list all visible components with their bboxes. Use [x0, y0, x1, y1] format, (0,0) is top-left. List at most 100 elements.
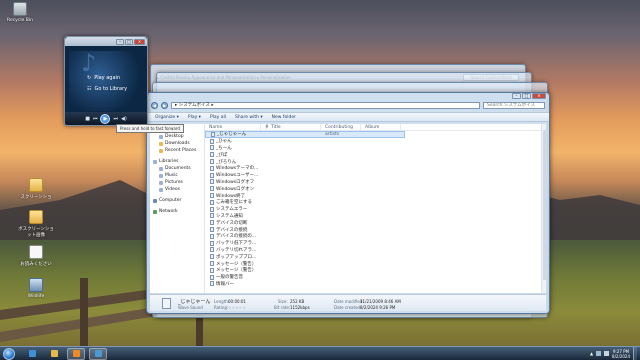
- file-name: _ぴぽ: [216, 152, 228, 158]
- file-row[interactable]: デバイスの接続: [205, 226, 546, 233]
- start-button[interactable]: [3, 347, 15, 360]
- nav-videos[interactable]: Videos: [153, 186, 201, 193]
- audio-file-icon: [210, 213, 214, 219]
- play-button[interactable]: ▶: [100, 113, 111, 124]
- volume-icon[interactable]: [604, 351, 610, 356]
- column-title[interactable]: Title: [267, 124, 321, 130]
- taskbar-explorer[interactable]: [45, 348, 63, 360]
- file-row[interactable]: Windowsユーザー...: [205, 172, 546, 179]
- nav-libraries[interactable]: Libraries: [153, 158, 201, 165]
- volume-icon[interactable]: ◀): [121, 116, 127, 122]
- column-name[interactable]: Name: [205, 124, 261, 130]
- file-row[interactable]: 一般の警告音: [205, 274, 546, 281]
- file-row[interactable]: メッセージ（警告）: [205, 267, 546, 274]
- back-arrow-icon[interactable]: ◀: [151, 102, 158, 109]
- previous-icon[interactable]: ⏮: [93, 116, 98, 122]
- close-button[interactable]: ✕: [532, 93, 546, 99]
- audio-file-icon: [210, 254, 214, 260]
- file-name: _ぴろりん: [216, 159, 237, 165]
- play-again-link[interactable]: ↻ Play again: [87, 75, 120, 81]
- file-row[interactable]: Windowsテーマの...: [205, 165, 546, 172]
- explorer-window[interactable]: – □ ✕ ◀ ▶ ▸ システムボイス ▸ Search システムボイス Org…: [146, 92, 550, 314]
- media-player-window[interactable]: – □ ✕ ♪ ↻ Play again ☷ Go to Library ■ ⏮ ▶…: [64, 36, 148, 126]
- desktop-icon-readme[interactable]: お読みください: [18, 245, 54, 267]
- scrollbar-thumb[interactable]: [542, 130, 546, 280]
- file-row[interactable]: 情報バー: [205, 281, 546, 288]
- column-contributing-artists[interactable]: Contributing artists: [321, 124, 361, 137]
- minimize-button[interactable]: –: [116, 38, 124, 45]
- file-row[interactable]: システムエラー: [205, 206, 546, 213]
- nav-documents[interactable]: Documents: [153, 165, 201, 172]
- taskbar-ie[interactable]: [23, 348, 41, 360]
- file-name: 情報バー: [216, 281, 234, 287]
- file-row[interactable]: メッセージ（警告）: [205, 260, 546, 267]
- media-player-icon: [72, 350, 80, 357]
- desktop-icon-recycle-bin[interactable]: Recycle Bin: [2, 2, 38, 23]
- desktop-icon-folder-2[interactable]: ボスクリーンショット画像: [18, 210, 54, 238]
- file-row[interactable]: _ちーん: [205, 145, 546, 152]
- nav-computer[interactable]: Computer: [153, 197, 201, 204]
- nav-music[interactable]: Music: [153, 172, 201, 179]
- next-icon[interactable]: ⏭: [113, 116, 118, 122]
- audio-file-icon: [162, 298, 171, 309]
- vertical-scrollbar[interactable]: [541, 124, 546, 293]
- file-name: ポップアップブロ...: [216, 254, 257, 260]
- file-row[interactable]: Windows終了: [205, 192, 546, 199]
- maximize-button[interactable]: □: [522, 93, 531, 99]
- details-bitrate: 1152kbps: [290, 305, 310, 310]
- file-row[interactable]: デバイスの接続の...: [205, 233, 546, 240]
- details-length-label: Length:: [214, 299, 230, 304]
- audio-file-icon: [210, 261, 214, 267]
- organize-button[interactable]: Organize ▾: [155, 115, 179, 120]
- column-album[interactable]: Album: [361, 124, 401, 130]
- taskbar-control-panel[interactable]: [89, 347, 107, 360]
- file-row[interactable]: ポップアップブロ...: [205, 253, 546, 260]
- audio-file-icon: [210, 267, 214, 273]
- nav-recent-places[interactable]: Recent Places: [153, 147, 201, 154]
- details-bitrate-label: Bit rate:: [274, 305, 291, 310]
- close-button[interactable]: ✕: [134, 38, 145, 45]
- folder-icon: [29, 210, 43, 224]
- videos-icon: [159, 187, 163, 192]
- share-with-button[interactable]: Share with ▾: [235, 115, 263, 120]
- taskbar-media-player[interactable]: [67, 347, 85, 360]
- desktop-icon-folder-1[interactable]: スクリーンショ: [18, 178, 54, 200]
- file-row[interactable]: Windowsログオン: [205, 185, 546, 192]
- file-row[interactable]: デバイスの切断: [205, 219, 546, 226]
- search-input[interactable]: Search システムボイス: [483, 102, 545, 109]
- nav-desktop[interactable]: Desktop: [153, 133, 201, 140]
- nav-pictures[interactable]: Pictures: [153, 179, 201, 186]
- audio-file-icon: [210, 165, 214, 171]
- file-row[interactable]: システム通知: [205, 213, 546, 220]
- desktop-icon-wildlife[interactable]: Wildlife: [18, 278, 54, 299]
- show-hidden-icons[interactable]: ▲: [590, 351, 593, 356]
- play-all-button[interactable]: Play all: [210, 115, 226, 120]
- file-row[interactable]: ごみ箱を空にする: [205, 199, 546, 206]
- file-row[interactable]: バッテリ切れアラ...: [205, 247, 546, 254]
- file-name: _ちーん: [216, 145, 232, 151]
- command-bar: Organize ▾ Play ▾ Play all Share with ▾ …: [147, 112, 549, 122]
- file-row[interactable]: _ぴぽ: [205, 151, 546, 158]
- minimize-button[interactable]: –: [512, 93, 521, 99]
- file-row[interactable]: _ぴろりん: [205, 158, 546, 165]
- nav-network[interactable]: Network: [153, 208, 201, 215]
- file-row[interactable]: _じゃじゃーん: [205, 131, 405, 138]
- audio-file-icon: [210, 206, 214, 212]
- new-folder-button[interactable]: New folder: [272, 115, 296, 120]
- details-rating-stars[interactable]: ☆☆☆☆☆: [228, 305, 246, 310]
- file-name: デバイスの接続の...: [216, 234, 257, 240]
- file-row[interactable]: _ひゃん: [205, 138, 546, 145]
- forward-arrow-icon[interactable]: ▶: [161, 102, 168, 109]
- go-to-library-link[interactable]: ☷ Go to Library: [87, 86, 127, 92]
- maximize-button[interactable]: □: [125, 38, 133, 45]
- show-desktop-button[interactable]: [633, 346, 637, 360]
- clock[interactable]: 9:27 PM 8/2/2024: [612, 349, 630, 359]
- play-button[interactable]: Play ▾: [188, 115, 201, 120]
- network-icon[interactable]: [596, 351, 602, 356]
- address-bar[interactable]: ▸ システムボイス ▸: [171, 102, 480, 109]
- nav-downloads[interactable]: Downloads: [153, 140, 201, 147]
- file-name: バッテリ切れアラ...: [216, 247, 257, 253]
- file-row[interactable]: Windowsログオフ: [205, 179, 546, 186]
- stop-icon[interactable]: ■: [85, 116, 90, 122]
- file-row[interactable]: バッテリ低下アラ...: [205, 240, 546, 247]
